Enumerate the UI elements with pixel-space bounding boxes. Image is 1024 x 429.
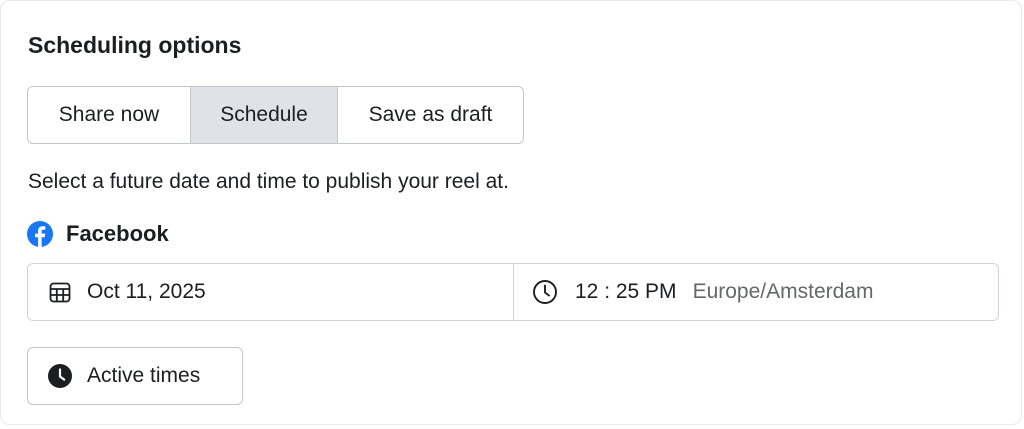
clock-filled-icon — [47, 363, 73, 389]
active-times-label: Active times — [87, 364, 201, 387]
platform-row: Facebook — [27, 218, 169, 250]
date-field[interactable]: Oct 11, 2025 — [28, 264, 514, 320]
schedule-option[interactable]: Schedule — [190, 87, 337, 143]
scheduling-options-card: Scheduling options Share now Schedule Sa… — [0, 0, 1022, 425]
save-as-draft-option[interactable]: Save as draft — [337, 87, 523, 143]
platform-name: Facebook — [66, 221, 169, 246]
date-value: Oct 11, 2025 — [87, 280, 206, 303]
share-now-option[interactable]: Share now — [28, 87, 190, 143]
facebook-icon — [27, 221, 53, 247]
scheduling-mode-toggle: Share now Schedule Save as draft — [27, 86, 524, 144]
helper-text: Select a future date and time to publish… — [28, 170, 509, 193]
calendar-icon — [48, 280, 72, 304]
time-field[interactable]: 12 : 25 PM Europe/Amsterdam — [514, 264, 998, 320]
time-value: 12 : 25 PM — [575, 280, 677, 303]
clock-icon — [532, 279, 558, 305]
date-time-picker: Oct 11, 2025 12 : 25 PM Europe/Amsterdam — [27, 263, 999, 321]
section-title: Scheduling options — [28, 32, 242, 58]
timezone-label: Europe/Amsterdam — [692, 280, 874, 303]
active-times-button[interactable]: Active times — [27, 347, 243, 405]
